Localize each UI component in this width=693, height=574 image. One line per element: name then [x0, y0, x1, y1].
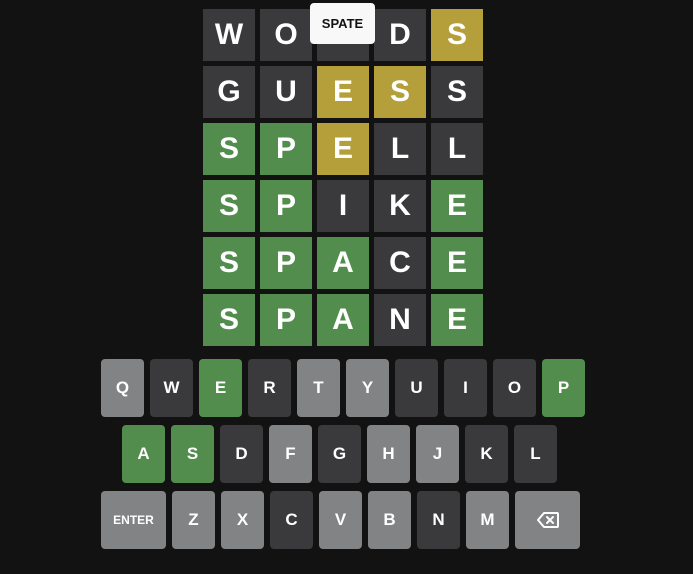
keyboard-row: ASDFGHJKL [122, 425, 557, 483]
board-row: SPIKE [203, 180, 483, 232]
backspace-icon [536, 512, 559, 528]
tile-correct: A [317, 294, 369, 346]
board-row: SPELL [203, 123, 483, 175]
key-n[interactable]: N [417, 491, 460, 549]
key-l[interactable]: L [514, 425, 557, 483]
tile-absent: G [203, 66, 255, 118]
tile-correct: S [203, 237, 255, 289]
tile-absent: K [374, 180, 426, 232]
answer-toast: SPATE [310, 3, 375, 44]
tile-absent: O [260, 9, 312, 61]
tile-correct: P [260, 123, 312, 175]
key-t[interactable]: T [297, 359, 340, 417]
key-f[interactable]: F [269, 425, 312, 483]
board-row: SPANE [203, 294, 483, 346]
key-m[interactable]: M [466, 491, 509, 549]
keyboard-row: ENTER Z X C V B N M [101, 491, 580, 549]
key-e[interactable]: E [199, 359, 242, 417]
key-j[interactable]: J [416, 425, 459, 483]
key-y[interactable]: Y [346, 359, 389, 417]
tile-correct: P [260, 180, 312, 232]
key-u[interactable]: U [395, 359, 438, 417]
key-o[interactable]: O [493, 359, 536, 417]
tile-absent: W [203, 9, 255, 61]
key-b[interactable]: B [368, 491, 411, 549]
board-row: GUESS [203, 66, 483, 118]
tile-correct: E [431, 180, 483, 232]
key-c[interactable]: C [270, 491, 313, 549]
tile-correct: S [203, 294, 255, 346]
tile-absent: S [431, 66, 483, 118]
key-x[interactable]: X [221, 491, 264, 549]
tile-correct: P [260, 294, 312, 346]
wordle-game: SPATE WORDSGUESSSPELLSPIKESPACESPANE QWE… [0, 0, 693, 574]
key-q[interactable]: Q [101, 359, 144, 417]
tile-absent: U [260, 66, 312, 118]
tile-absent: D [374, 9, 426, 61]
board-row: SPACE [203, 237, 483, 289]
tile-absent: L [374, 123, 426, 175]
tile-present: S [431, 9, 483, 61]
tile-absent: I [317, 180, 369, 232]
key-r[interactable]: R [248, 359, 291, 417]
tile-absent: C [374, 237, 426, 289]
key-p[interactable]: P [542, 359, 585, 417]
key-a[interactable]: A [122, 425, 165, 483]
keyboard-row: QWERTYUIOP [101, 359, 585, 417]
key-g[interactable]: G [318, 425, 361, 483]
tile-present: S [374, 66, 426, 118]
tile-correct: P [260, 237, 312, 289]
key-v[interactable]: V [319, 491, 362, 549]
tile-absent: N [374, 294, 426, 346]
game-board: WORDSGUESSSPELLSPIKESPACESPANE [203, 9, 483, 346]
key-z[interactable]: Z [172, 491, 215, 549]
toast-text: SPATE [321, 16, 364, 31]
key-s[interactable]: S [171, 425, 214, 483]
tile-correct: S [203, 180, 255, 232]
enter-key[interactable]: ENTER [101, 491, 166, 549]
tile-present: E [317, 66, 369, 118]
tile-absent: L [431, 123, 483, 175]
key-d[interactable]: D [220, 425, 263, 483]
tile-correct: E [431, 294, 483, 346]
backspace-key[interactable] [515, 491, 580, 549]
tile-correct: E [431, 237, 483, 289]
tile-correct: A [317, 237, 369, 289]
key-i[interactable]: I [444, 359, 487, 417]
key-k[interactable]: K [465, 425, 508, 483]
tile-present: E [317, 123, 369, 175]
key-h[interactable]: H [367, 425, 410, 483]
key-w[interactable]: W [150, 359, 193, 417]
tile-correct: S [203, 123, 255, 175]
